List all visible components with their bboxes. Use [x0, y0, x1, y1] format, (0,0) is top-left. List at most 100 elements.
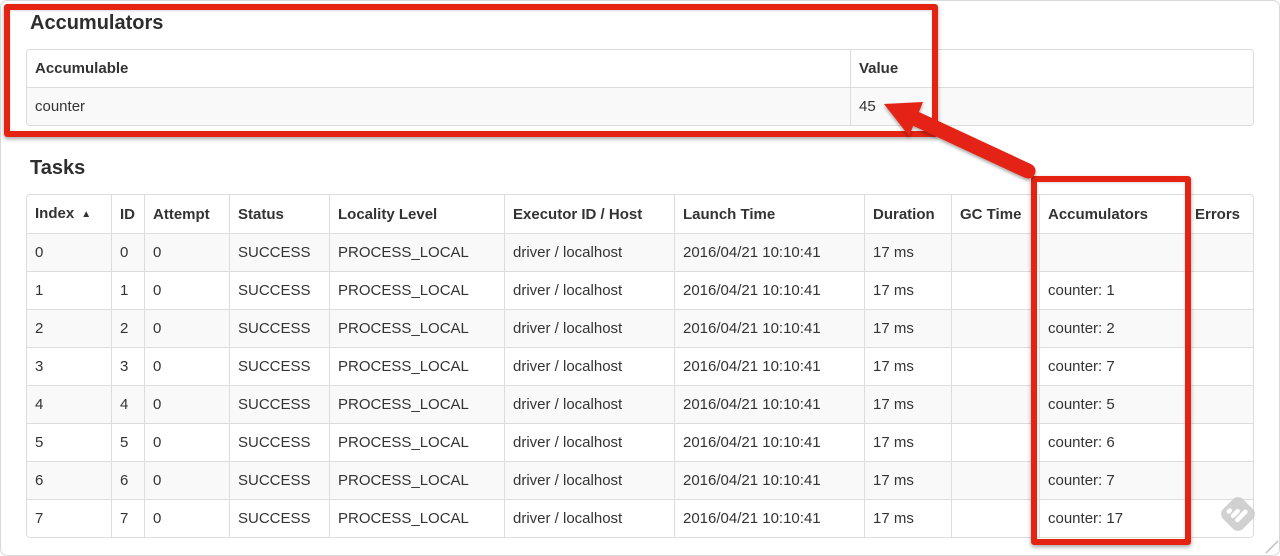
table-cell [1186, 461, 1253, 499]
table-cell: 17 ms [864, 309, 951, 347]
table-cell: 0 [144, 271, 229, 309]
table-cell: 17 ms [864, 233, 951, 271]
table-cell: 6 [27, 461, 111, 499]
column-header-attempt[interactable]: Attempt [144, 195, 229, 233]
table-cell [951, 385, 1039, 423]
column-header-launch-time[interactable]: Launch Time [674, 195, 864, 233]
table-row: counter 45 [27, 87, 1253, 125]
column-header-id[interactable]: ID [111, 195, 144, 233]
table-cell: 0 [111, 233, 144, 271]
table-cell: counter: 5 [1039, 385, 1186, 423]
table-cell: 17 ms [864, 423, 951, 461]
table-row: 3 3 0 SUCCESS PROCESS_LOCAL driver / localhos… [27, 347, 1253, 385]
column-header-label: Locality Level [338, 205, 438, 223]
accumulators-section-title: Accumulators [30, 12, 164, 34]
column-header-executor-id-host[interactable]: Executor ID / Host [504, 195, 674, 233]
table-cell: SUCCESS [229, 461, 329, 499]
table-cell: counter [27, 87, 850, 125]
table-cell: 2016/04/21 10:10:41 [674, 233, 864, 271]
tasks-section-title: Tasks [30, 157, 86, 179]
table-row: 7 7 0 SUCCESS PROCESS_LOCAL driver / localhos… [27, 499, 1253, 537]
table-cell [951, 423, 1039, 461]
table-cell: 4 [27, 385, 111, 423]
table-cell: 4 [111, 385, 144, 423]
tasks-header-row: Index ▲ ID Attempt Status Locality Level Execu… [27, 195, 1253, 233]
table-cell: PROCESS_LOCAL [329, 461, 504, 499]
column-header-locality-level[interactable]: Locality Level [329, 195, 504, 233]
table-cell: 17 ms [864, 385, 951, 423]
column-header-errors[interactable]: Errors [1186, 195, 1253, 233]
accumulators-header-row: Accumulable Value [27, 50, 1253, 87]
column-header-label: Launch Time [683, 205, 776, 223]
table-cell: counter: 7 [1039, 461, 1186, 499]
spark-stage-page: Accumulators Accumulable Value counter 45 … [26, 12, 1254, 538]
table-cell: 17 ms [864, 347, 951, 385]
column-header-value: Value [850, 50, 1253, 87]
table-cell: SUCCESS [229, 499, 329, 537]
table-cell [951, 309, 1039, 347]
column-header-label: Value [859, 60, 899, 77]
table-cell: SUCCESS [229, 271, 329, 309]
column-header-accumulators[interactable]: Accumulators [1039, 195, 1186, 233]
table-cell: PROCESS_LOCAL [329, 499, 504, 537]
table-cell: 17 ms [864, 271, 951, 309]
table-cell [951, 461, 1039, 499]
table-row: 5 5 0 SUCCESS PROCESS_LOCAL driver / localhos… [27, 423, 1253, 461]
table-cell: 2 [111, 309, 144, 347]
table-cell: PROCESS_LOCAL [329, 423, 504, 461]
table-cell: driver / localhost [504, 461, 674, 499]
column-header-duration[interactable]: Duration [864, 195, 951, 233]
table-cell: SUCCESS [229, 423, 329, 461]
table-cell: 7 [111, 499, 144, 537]
table-cell: 6 [111, 461, 144, 499]
column-header-label: ID [120, 205, 135, 223]
column-header-gc-time[interactable]: GC Time [951, 195, 1039, 233]
table-cell: 5 [27, 423, 111, 461]
table-cell: counter: 1 [1039, 271, 1186, 309]
table-cell [1186, 423, 1253, 461]
table-cell [1186, 233, 1253, 271]
table-cell: 0 [144, 233, 229, 271]
table-row: 4 4 0 SUCCESS PROCESS_LOCAL driver / localhos… [27, 385, 1253, 423]
column-header-label: Accumulators [1048, 205, 1149, 223]
table-cell [1186, 309, 1253, 347]
column-header-label: Index [35, 205, 75, 222]
table-cell: 0 [144, 309, 229, 347]
table-row: 0 0 0 SUCCESS PROCESS_LOCAL driver / localhos… [27, 233, 1253, 271]
sort-asc-icon: ▲ [81, 209, 92, 220]
table-cell: PROCESS_LOCAL [329, 271, 504, 309]
table-cell: 0 [27, 233, 111, 271]
table-cell: 2016/04/21 10:10:41 [674, 271, 864, 309]
table-cell: driver / localhost [504, 499, 674, 537]
table-cell: SUCCESS [229, 347, 329, 385]
table-cell: 2016/04/21 10:10:41 [674, 309, 864, 347]
column-header-label: Errors [1195, 205, 1241, 223]
table-cell: driver / localhost [504, 347, 674, 385]
table-cell: driver / localhost [504, 271, 674, 309]
table-cell: SUCCESS [229, 309, 329, 347]
table-cell: 17 ms [864, 499, 951, 537]
table-cell [1186, 385, 1253, 423]
table-row: 2 2 0 SUCCESS PROCESS_LOCAL driver / localhos… [27, 309, 1253, 347]
resize-corner-icon [1265, 540, 1279, 554]
table-cell: 5 [111, 423, 144, 461]
accumulators-table: Accumulable Value counter 45 [26, 49, 1254, 126]
column-header-accumulable: Accumulable [27, 50, 850, 87]
table-cell: 0 [144, 423, 229, 461]
table-cell: 2016/04/21 10:10:41 [674, 385, 864, 423]
table-cell: 3 [27, 347, 111, 385]
table-cell: PROCESS_LOCAL [329, 347, 504, 385]
column-header-label: Accumulable [35, 60, 129, 77]
column-header-status[interactable]: Status [229, 195, 329, 233]
table-cell [951, 499, 1039, 537]
column-header-index[interactable]: Index ▲ [27, 195, 111, 233]
table-cell: 0 [144, 347, 229, 385]
column-header-label: GC Time [960, 205, 1022, 223]
table-cell: PROCESS_LOCAL [329, 233, 504, 271]
table-cell: counter: 17 [1039, 499, 1186, 537]
table-cell: 2016/04/21 10:10:41 [674, 423, 864, 461]
table-cell: driver / localhost [504, 385, 674, 423]
table-row: 1 1 0 SUCCESS PROCESS_LOCAL driver / localhos… [27, 271, 1253, 309]
table-cell: 7 [27, 499, 111, 537]
table-cell: 3 [111, 347, 144, 385]
